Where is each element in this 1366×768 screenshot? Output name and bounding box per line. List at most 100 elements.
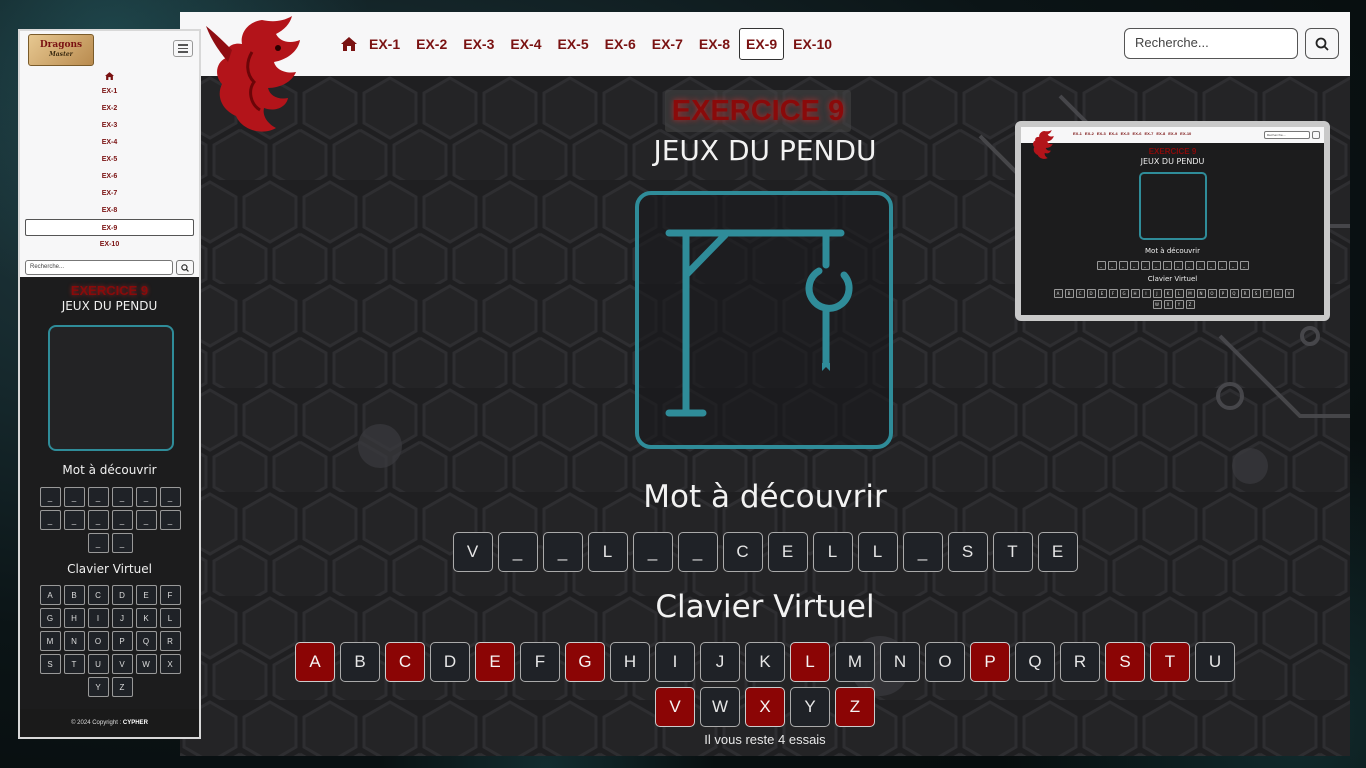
mobile-nav-link-ex-2[interactable]: EX-2 (20, 100, 199, 117)
mobile-key-q[interactable]: Q (135, 631, 157, 651)
key-h[interactable]: H (610, 642, 650, 682)
key-q[interactable]: Q (1015, 642, 1055, 682)
mobile-key-d[interactable]: D (111, 585, 133, 605)
mobile-word-tile: _ (159, 510, 181, 530)
mobile-key-f[interactable]: F (159, 585, 181, 605)
mobile-key-r[interactable]: R (159, 631, 181, 651)
thumb-key: Z (1185, 300, 1195, 309)
key-t[interactable]: T (1150, 642, 1190, 682)
key-s[interactable]: S (1105, 642, 1145, 682)
key-b[interactable]: B (340, 642, 380, 682)
mobile-nav-link-ex-5[interactable]: EX-5 (20, 151, 199, 168)
mobile-key-k[interactable]: K (135, 608, 157, 628)
mobile-key-x[interactable]: X (159, 654, 181, 674)
mobile-key-m[interactable]: M (39, 631, 61, 651)
mobile-word-display: _ _ _ _ _ _ _ _ _ _ _ _ _ _ (38, 487, 182, 553)
key-u[interactable]: U (1195, 642, 1235, 682)
key-x[interactable]: X (745, 687, 785, 727)
nav-link-ex-9[interactable]: EX-9 (739, 28, 785, 60)
mobile-word-tile: _ (87, 533, 109, 553)
nav-link-ex-5[interactable]: EX-5 (551, 28, 596, 60)
key-o[interactable]: O (925, 642, 965, 682)
mobile-nav-link-ex-9[interactable]: EX-9 (25, 219, 194, 236)
mobile-nav-link-ex-4[interactable]: EX-4 (20, 134, 199, 151)
mobile-key-n[interactable]: N (63, 631, 85, 651)
mobile-word-tile: _ (111, 487, 133, 507)
mobile-word-tile: _ (39, 487, 61, 507)
hamburger-menu-icon[interactable] (173, 40, 193, 57)
key-w[interactable]: W (700, 687, 740, 727)
mobile-footer: © 2024 Copyright : CYPHER (20, 709, 199, 737)
mobile-nav-link-ex-10[interactable]: EX-10 (20, 236, 199, 253)
search-input[interactable]: Recherche... (1124, 28, 1298, 59)
gallows-icon (665, 229, 853, 417)
mobile-word-tile: _ (87, 487, 109, 507)
key-y[interactable]: Y (790, 687, 830, 727)
nav-link-ex-6[interactable]: EX-6 (598, 28, 643, 60)
key-z[interactable]: Z (835, 687, 875, 727)
mobile-key-y[interactable]: Y (87, 677, 109, 697)
mobile-nav-link-ex-8[interactable]: EX-8 (20, 202, 199, 219)
mobile-word-title: Mot à découvrir (62, 463, 157, 477)
key-e[interactable]: E (475, 642, 515, 682)
nav-link-ex-10[interactable]: EX-10 (786, 28, 839, 60)
thumb-word-tile: _ (1118, 261, 1128, 270)
mobile-key-t[interactable]: T (63, 654, 85, 674)
mobile-key-a[interactable]: A (39, 585, 61, 605)
thumb-word-display: _ _ _ _ _ _ _ _ _ _ _ _ _ _ (1021, 261, 1324, 270)
key-n[interactable]: N (880, 642, 920, 682)
mobile-key-s[interactable]: S (39, 654, 61, 674)
mobile-nav-link-ex-6[interactable]: EX-6 (20, 168, 199, 185)
mobile-key-v[interactable]: V (111, 654, 133, 674)
mobile-word-tile: _ (111, 510, 133, 530)
nav-link-ex-3[interactable]: EX-3 (456, 28, 501, 60)
mobile-key-g[interactable]: G (39, 608, 61, 628)
mobile-key-p[interactable]: P (111, 631, 133, 651)
key-g[interactable]: G (565, 642, 605, 682)
key-i[interactable]: I (655, 642, 695, 682)
mobile-key-z[interactable]: Z (111, 677, 133, 697)
mobile-key-u[interactable]: U (87, 654, 109, 674)
nav-link-ex-8[interactable]: EX-8 (692, 28, 737, 60)
key-a[interactable]: A (295, 642, 335, 682)
nav-link-ex-4[interactable]: EX-4 (503, 28, 548, 60)
key-l[interactable]: L (790, 642, 830, 682)
mobile-nav-link-ex-7[interactable]: EX-7 (20, 185, 199, 202)
mobile-home-icon[interactable] (20, 69, 199, 83)
nav-link-ex-7[interactable]: EX-7 (645, 28, 690, 60)
mobile-key-j[interactable]: J (111, 608, 133, 628)
dragons-master-logo[interactable]: Dragons Master (28, 34, 94, 66)
mobile-key-i[interactable]: I (87, 608, 109, 628)
key-r[interactable]: R (1060, 642, 1100, 682)
key-m[interactable]: M (835, 642, 875, 682)
mobile-key-c[interactable]: C (87, 585, 109, 605)
nav-link-ex-2[interactable]: EX-2 (409, 28, 454, 60)
mobile-key-l[interactable]: L (159, 608, 181, 628)
key-j[interactable]: J (700, 642, 740, 682)
key-v[interactable]: V (655, 687, 695, 727)
thumb-word-tile: _ (1162, 261, 1172, 270)
thumb-nav-item: EX-9 (1168, 131, 1178, 136)
search-button[interactable] (1305, 28, 1339, 59)
mobile-key-e[interactable]: E (135, 585, 157, 605)
key-f[interactable]: F (520, 642, 560, 682)
home-icon[interactable] (338, 29, 360, 59)
word-letter-tile: E (1037, 532, 1078, 572)
mobile-search-button[interactable] (176, 260, 194, 275)
nav-link-ex-1[interactable]: EX-1 (362, 28, 407, 60)
mobile-nav-link-ex-1[interactable]: EX-1 (20, 83, 199, 100)
key-c[interactable]: C (385, 642, 425, 682)
mobile-search-input[interactable]: Recherche... (25, 260, 173, 275)
key-d[interactable]: D (430, 642, 470, 682)
mobile-nav-link-ex-3[interactable]: EX-3 (20, 117, 199, 134)
mobile-key-o[interactable]: O (87, 631, 109, 651)
thumb-key: B (1064, 289, 1074, 298)
mobile-key-w[interactable]: W (135, 654, 157, 674)
thumb-navbar: EX-1 EX-2 EX-3 EX-4 EX-5 EX-6 EX-7 EX-8 EX-9 EX-1… (1021, 127, 1324, 143)
key-k[interactable]: K (745, 642, 785, 682)
mobile-key-b[interactable]: B (63, 585, 85, 605)
mobile-key-h[interactable]: H (63, 608, 85, 628)
key-p[interactable]: P (970, 642, 1010, 682)
word-letter-tile: T (992, 532, 1033, 572)
thumb-key: J (1152, 289, 1162, 298)
